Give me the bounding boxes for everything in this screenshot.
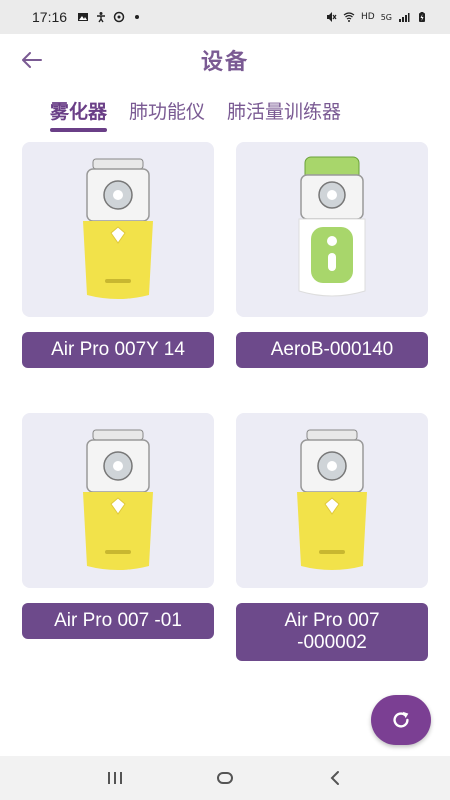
tab-lung-function[interactable]: 肺功能仪: [129, 96, 205, 132]
device-image[interactable]: [236, 413, 428, 588]
nebulizer-icon: [297, 429, 367, 570]
nebulizer-icon: [298, 156, 366, 296]
status-left-icons: [77, 11, 143, 23]
accessibility-icon: [97, 12, 106, 23]
device-name[interactable]: Air Pro 007 -01: [22, 603, 214, 639]
device-image[interactable]: [236, 142, 428, 317]
home-icon: [217, 772, 233, 784]
image-icon: [78, 13, 89, 21]
network-label: 5G: [380, 12, 392, 22]
recent-apps-button[interactable]: [95, 763, 135, 793]
sync-icon: [113, 11, 125, 23]
recent-apps-icon: [108, 772, 122, 784]
dot-icon: [135, 15, 140, 19]
device-name-line1: Air Pro 007: [284, 610, 380, 631]
hd-label: HD: [361, 12, 375, 22]
device-card[interactable]: Air Pro 007Y 14: [22, 142, 214, 368]
device-card[interactable]: Air Pro 007 -01: [22, 413, 214, 639]
device-name[interactable]: Air Pro 007Y 14: [22, 332, 214, 368]
home-button[interactable]: [205, 763, 245, 793]
page-title: 设备: [200, 50, 249, 75]
arrow-left-icon: [22, 52, 42, 68]
back-nav-button[interactable]: [315, 763, 355, 793]
device-name[interactable]: Air Pro 007 -000002: [236, 603, 428, 661]
refresh-button[interactable]: [371, 695, 431, 745]
device-type-tabs: 雾化器 肺功能仪 肺活量训练器: [0, 96, 450, 132]
status-bar: 17:16 HD 5G: [0, 0, 450, 34]
system-nav-bar: [0, 756, 450, 800]
mute-icon: [327, 12, 337, 22]
status-time: 17:16: [32, 9, 68, 25]
refresh-icon: [393, 711, 409, 728]
device-name[interactable]: AeroB-000140: [236, 332, 428, 368]
chevron-left-icon: [330, 771, 339, 785]
device-image[interactable]: [22, 413, 214, 588]
battery-icon: [419, 12, 425, 22]
app-header: 设备: [0, 34, 450, 86]
tab-nebulizer[interactable]: 雾化器: [50, 96, 108, 132]
tab-spirometer-trainer[interactable]: 肺活量训练器: [227, 96, 341, 132]
signal-icon: [399, 13, 410, 22]
device-image[interactable]: [22, 142, 214, 317]
nebulizer-icon: [83, 158, 153, 299]
device-card[interactable]: Air Pro 007 -000002: [236, 413, 428, 661]
status-right-icons: HD 5G: [325, 11, 428, 23]
device-name-line2: -000002: [297, 632, 367, 653]
wifi-icon: [343, 12, 355, 22]
back-button[interactable]: [16, 44, 48, 76]
device-card[interactable]: AeroB-000140: [236, 142, 428, 368]
nebulizer-icon: [83, 429, 153, 570]
